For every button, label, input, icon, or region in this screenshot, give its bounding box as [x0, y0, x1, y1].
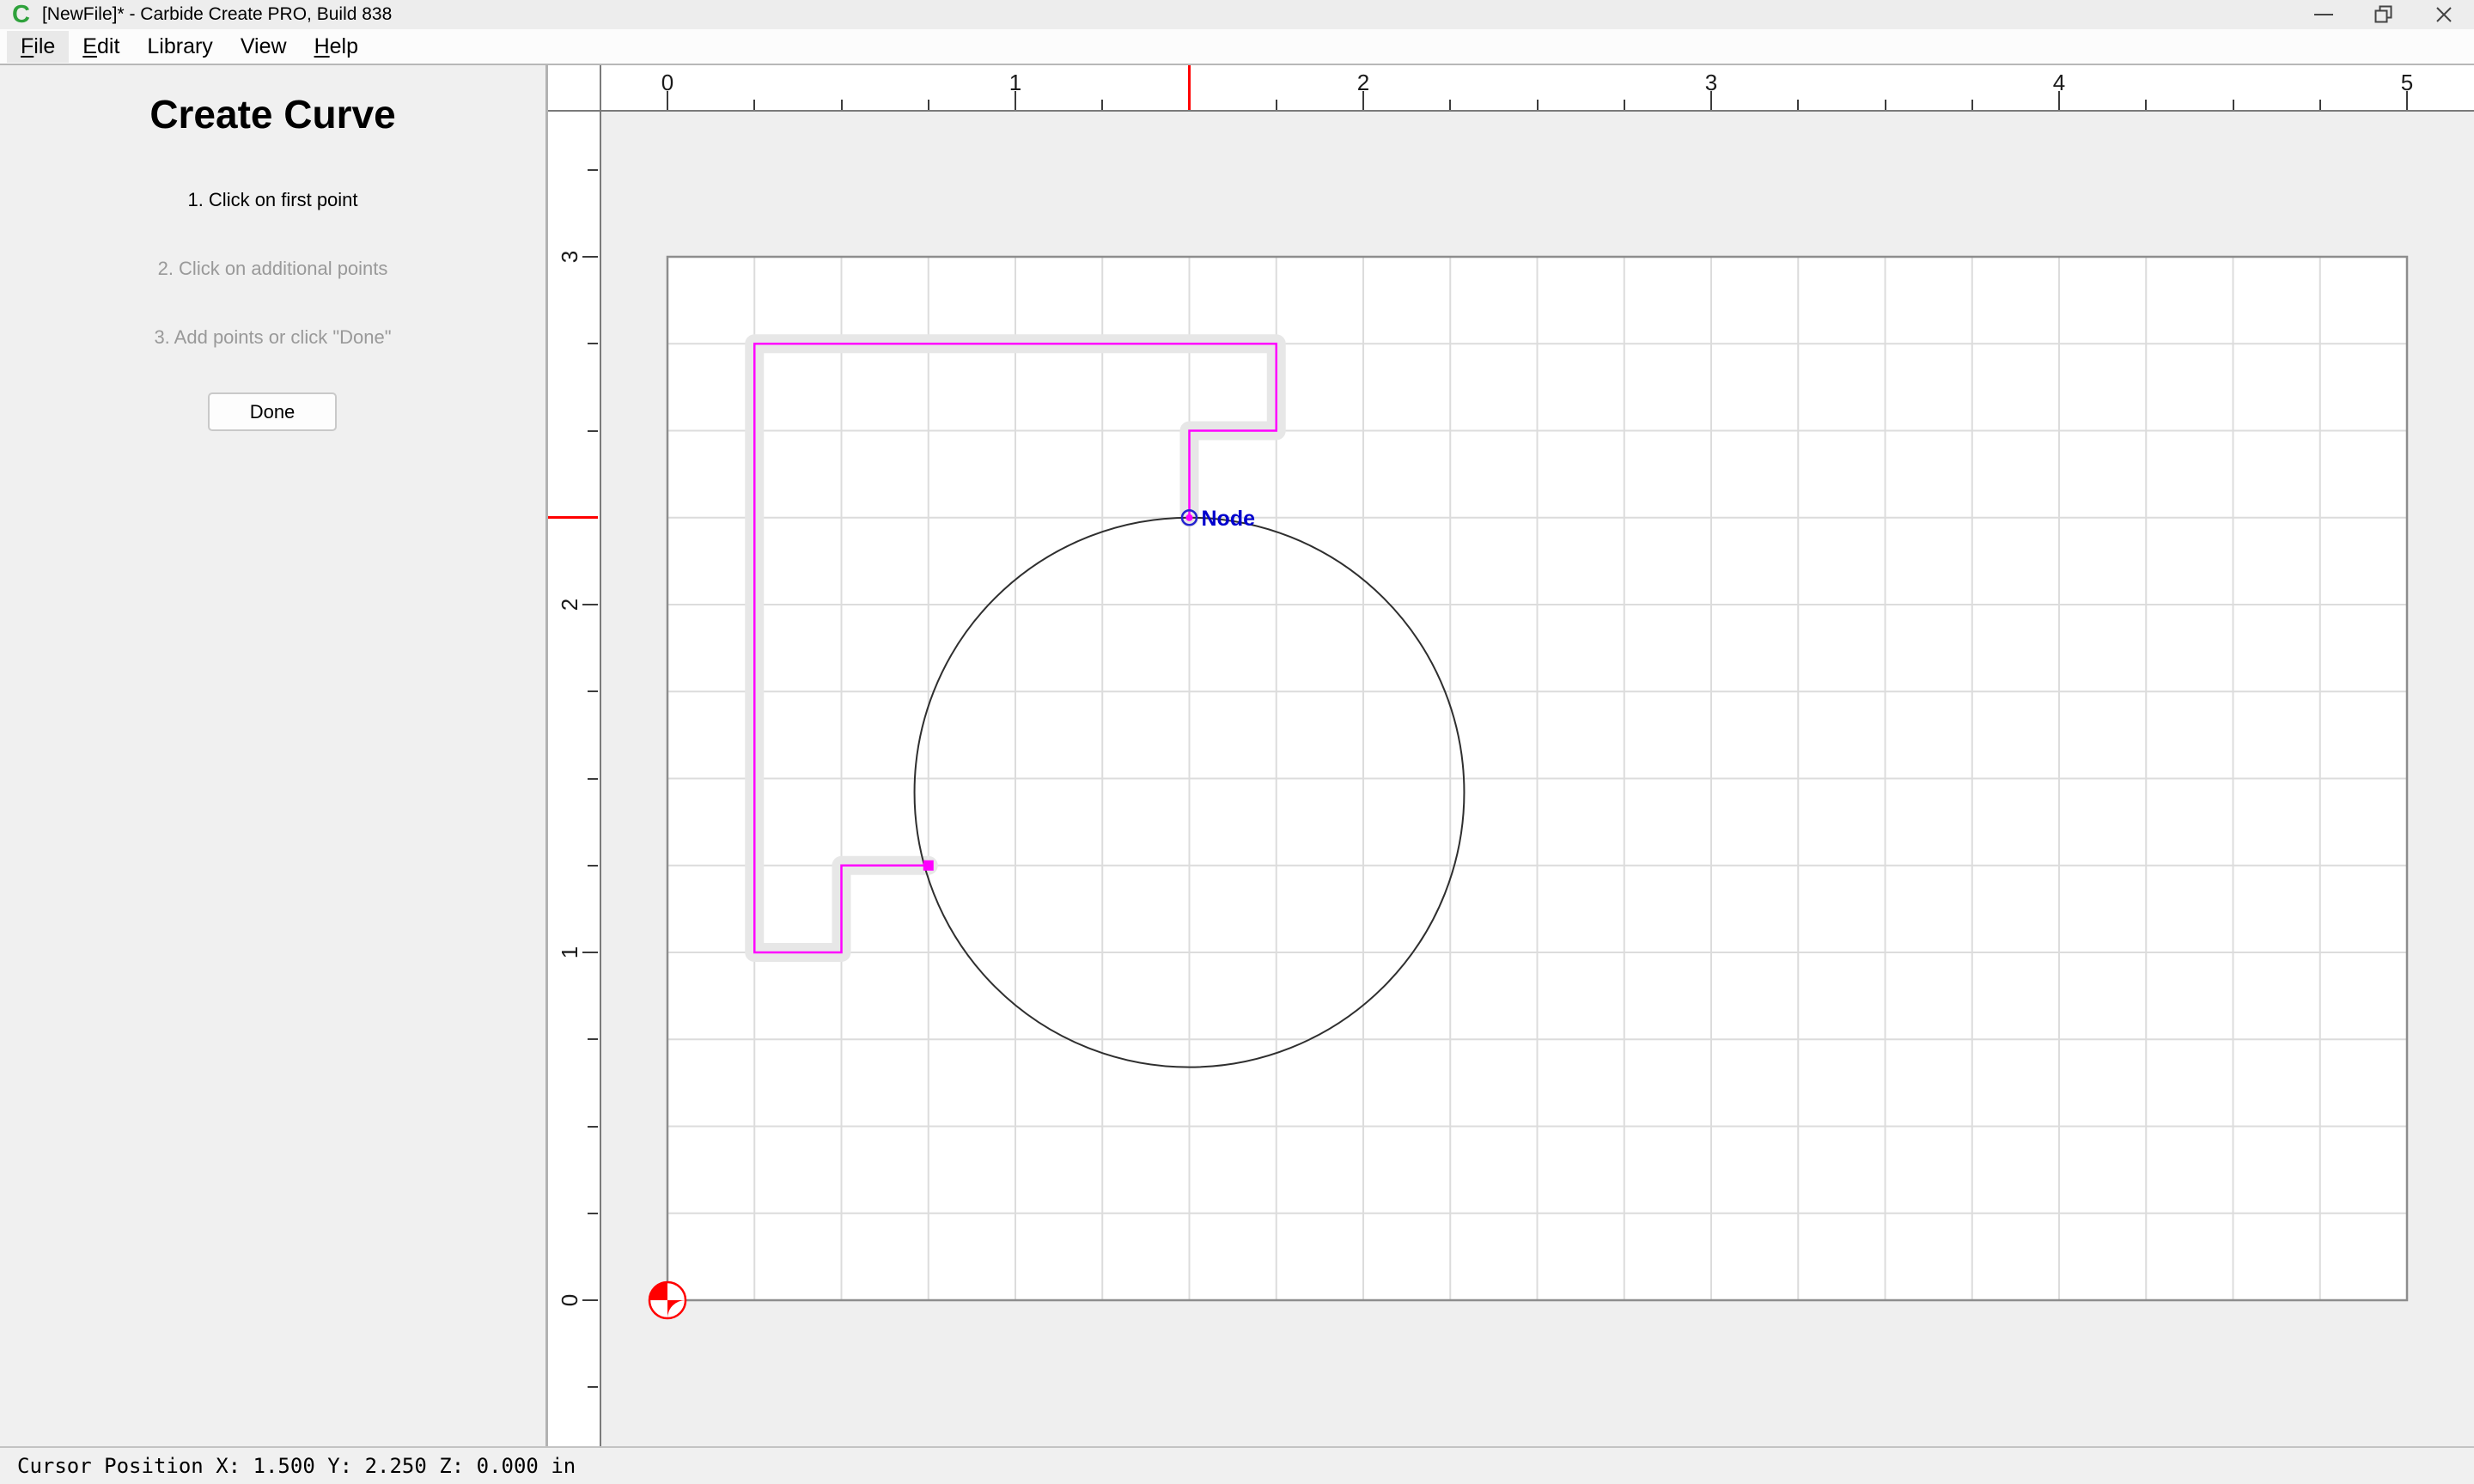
done-button[interactable]: Done: [208, 392, 337, 431]
h-ruler-minor-tick: [2145, 100, 2147, 110]
v-ruler-minor-tick: [588, 778, 598, 780]
v-ruler-minor-tick: [588, 865, 598, 867]
v-ruler-major-tick: [582, 604, 598, 605]
h-ruler-minor-tick: [1797, 100, 1799, 110]
restore-icon: [2374, 5, 2393, 24]
v-ruler-minor-tick: [588, 1213, 598, 1214]
design-canvas[interactable]: Node: [601, 112, 2474, 1446]
v-ruler-label: 3: [557, 245, 581, 269]
h-ruler-minor-tick: [2233, 100, 2234, 110]
instruction-step-1: 1. Click on first point: [0, 189, 545, 211]
v-ruler-minor-tick: [588, 343, 598, 344]
status-bar: Cursor Position X: 1.500 Y: 2.250 Z: 0.0…: [0, 1446, 2474, 1484]
v-ruler-major-tick: [582, 1299, 598, 1301]
v-ruler-minor-tick: [588, 430, 598, 432]
cursor-x-indicator: [1188, 65, 1191, 110]
h-ruler-minor-tick: [1885, 100, 1886, 110]
app-logo-icon: C: [12, 0, 30, 29]
menu-library[interactable]: Library: [133, 31, 226, 63]
minimize-button[interactable]: [2294, 0, 2354, 29]
menu-bar: FileEditLibraryViewHelp: [0, 29, 2474, 65]
h-ruler-label: 0: [650, 70, 685, 96]
close-icon: [2434, 5, 2453, 24]
h-ruler-label: 3: [1694, 70, 1728, 96]
canvas-drawing[interactable]: Node: [601, 112, 2474, 1446]
h-ruler-label: 2: [1346, 70, 1380, 96]
window-controls: [2294, 0, 2474, 29]
minimize-icon: [2314, 14, 2333, 15]
ruler-corner: [548, 65, 600, 112]
h-ruler-label: 1: [998, 70, 1033, 96]
h-ruler-minor-tick: [2319, 100, 2321, 110]
v-ruler-minor-tick: [588, 169, 598, 171]
v-ruler-minor-tick: [588, 1386, 598, 1388]
h-ruler-minor-tick: [1624, 100, 1625, 110]
h-ruler-minor-tick: [1101, 100, 1103, 110]
menu-edit[interactable]: Edit: [69, 31, 133, 63]
v-ruler-label: 0: [557, 1288, 581, 1312]
node-point[interactable]: [1186, 514, 1193, 521]
curve-start-point-marker[interactable]: [923, 861, 934, 871]
instruction-step-3: 3. Add points or click "Done": [0, 326, 545, 349]
node-label: Node: [1202, 507, 1256, 531]
menu-help[interactable]: Help: [301, 31, 372, 63]
v-ruler-minor-tick: [588, 1126, 598, 1128]
v-ruler-major-tick: [582, 256, 598, 258]
close-button[interactable]: [2414, 0, 2474, 29]
h-ruler-label: 5: [2390, 70, 2424, 96]
v-ruler-minor-tick: [588, 690, 598, 692]
restore-button[interactable]: [2354, 0, 2414, 29]
v-ruler-label: 1: [557, 940, 581, 964]
h-ruler-minor-tick: [753, 100, 755, 110]
v-ruler-label: 2: [557, 593, 581, 617]
h-ruler-minor-tick: [1537, 100, 1539, 110]
h-ruler-minor-tick: [1276, 100, 1277, 110]
v-ruler-minor-tick: [588, 1038, 598, 1040]
instruction-step-2: 2. Click on additional points: [0, 258, 545, 280]
cursor-y-indicator: [548, 516, 598, 519]
h-ruler-minor-tick: [1971, 100, 1973, 110]
menu-view[interactable]: View: [227, 31, 301, 63]
menu-file[interactable]: File: [7, 31, 69, 63]
h-ruler-minor-tick: [841, 100, 843, 110]
origin-marker-quadrant: [649, 1282, 667, 1300]
create-curve-panel: Create Curve 1. Click on first point 2. …: [0, 65, 548, 1446]
v-ruler-major-tick: [582, 952, 598, 953]
title-bar: C [NewFile]* - Carbide Create PRO, Build…: [0, 0, 2474, 29]
h-ruler-minor-tick: [928, 100, 929, 110]
h-ruler-minor-tick: [1449, 100, 1451, 110]
vertical-ruler: 0 1 2 3: [548, 65, 601, 1446]
h-ruler-label: 4: [2042, 70, 2076, 96]
window-title: [NewFile]* - Carbide Create PRO, Build 8…: [42, 4, 392, 25]
panel-title: Create Curve: [0, 91, 545, 137]
horizontal-ruler: 0 1 2 3 4 5: [601, 65, 2474, 112]
cursor-position-text: Cursor Position X: 1.500 Y: 2.250 Z: 0.0…: [17, 1454, 576, 1478]
